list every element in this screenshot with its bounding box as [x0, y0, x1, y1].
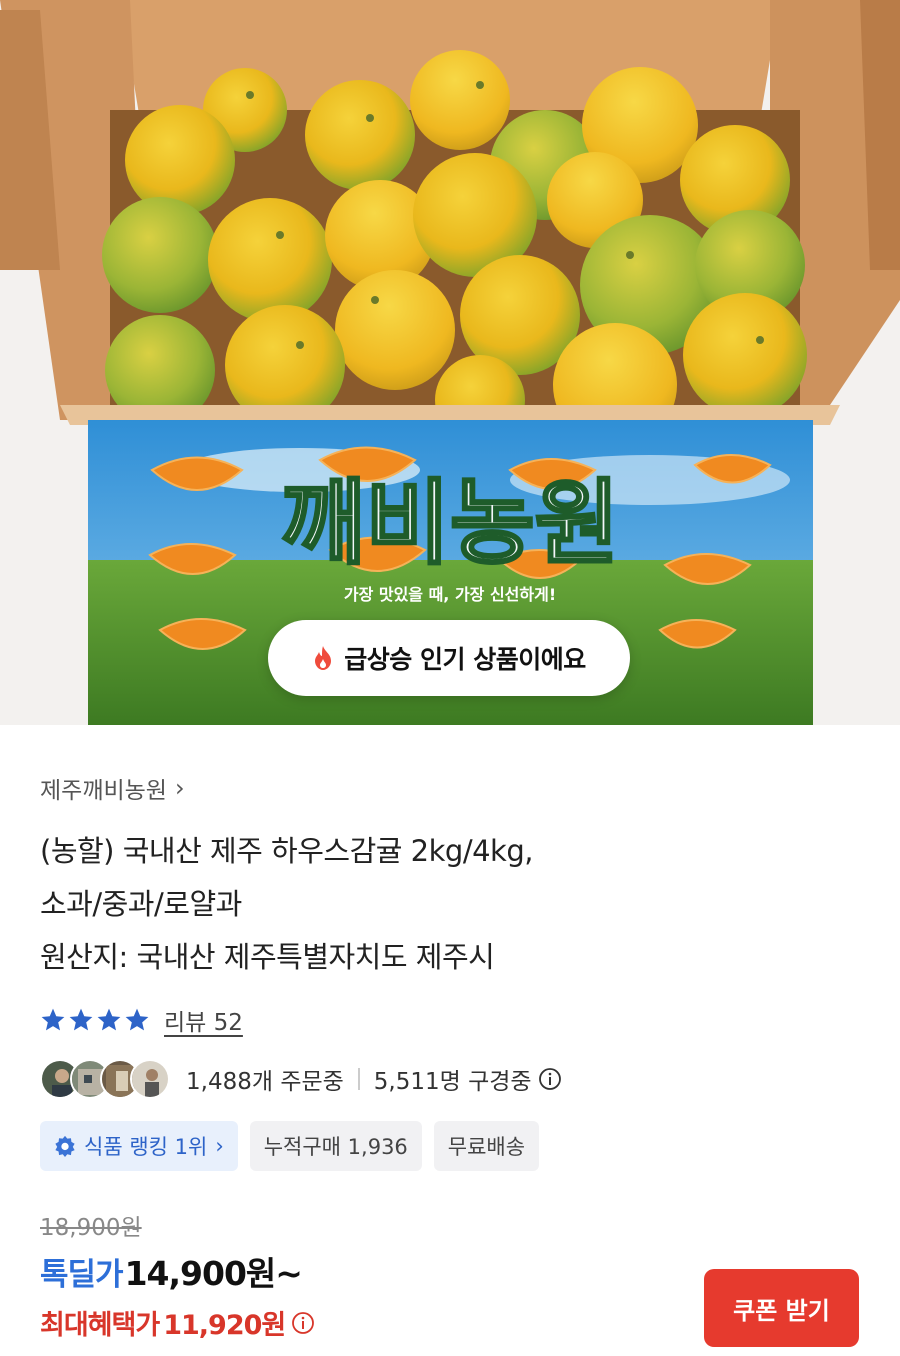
max-benefit-label: 최대혜택가 — [40, 1310, 160, 1341]
flame-icon — [315, 646, 332, 670]
star-icon — [125, 1008, 149, 1031]
chevron-right-icon: › — [174, 774, 185, 802]
seller-link[interactable]: 제주깨비농원 › — [40, 771, 185, 805]
ranking-chip[interactable]: 식품 랭킹 1위 › — [40, 1121, 238, 1171]
cumulative-purchase-chip: 누적구매 1,936 — [249, 1121, 422, 1171]
info-icon[interactable] — [291, 1311, 315, 1335]
product-title-line: 소과/중과/로얄과 — [40, 887, 242, 921]
deal-price-label: 톡딜가 — [40, 1257, 124, 1293]
product-image[interactable]: 깨비농원 가장 맛있을 때, 가장 신선하게! 급상승 인기 상품이에요 — [0, 0, 900, 725]
star-rating — [40, 1007, 150, 1033]
product-origin-line: 원산지: 국내산 제주특별자치도 제주시 — [40, 940, 495, 974]
trend-badge-label: 급상승 인기 상품이에요 — [344, 645, 586, 674]
product-info: 제주깨비농원 › (농할) 국내산 제주 하우스감귤 2kg/4kg, 소과/중… — [0, 725, 900, 1356]
product-photo: 깨비농원 가장 맛있을 때, 가장 신선하게! — [0, 0, 900, 725]
badge-icon — [55, 1135, 75, 1157]
social-proof-row: 1,488개 주문중 5,511명 구경중 — [40, 1057, 562, 1101]
viewers-count: 5,511명 구경중 — [373, 1069, 532, 1095]
rating-row: 리뷰 52 — [40, 1003, 243, 1037]
deal-price-row: 톡딜가 14,900원~ — [40, 1247, 303, 1295]
star-icon — [41, 1008, 65, 1031]
free-shipping-chip: 무료배송 — [433, 1121, 540, 1171]
buyer-avatars — [40, 1059, 170, 1099]
star-icon — [97, 1008, 121, 1031]
divider — [357, 1068, 360, 1090]
review-link[interactable]: 리뷰 52 — [164, 1003, 243, 1037]
star-icon — [69, 1008, 93, 1031]
box-slogan-text: 가장 맛있을 때, 가장 신선하게! — [344, 585, 556, 604]
ranking-label: 식품 랭킹 1위 — [84, 1135, 208, 1159]
seller-name: 제주깨비농원 — [40, 778, 167, 804]
info-icon[interactable] — [538, 1067, 562, 1091]
badge-chips: 식품 랭킹 1위 › 누적구매 1,936 무료배송 — [40, 1121, 540, 1171]
deal-price: 14,900원~ — [124, 1254, 303, 1293]
orders-count: 1,488개 주문중 — [186, 1069, 344, 1095]
original-price: 18,900원 — [40, 1215, 142, 1241]
max-benefit-price: 11,920원 — [163, 1310, 286, 1341]
avatar — [130, 1059, 170, 1099]
box-brand-text: 깨비농원 — [281, 470, 620, 577]
trend-badge: 급상승 인기 상품이에요 — [268, 620, 630, 696]
product-title-line: (농할) 국내산 제주 하우스감귤 2kg/4kg, — [40, 834, 533, 868]
chevron-right-icon: › — [215, 1134, 224, 1158]
product-title: (농할) 국내산 제주 하우스감귤 2kg/4kg, 소과/중과/로얄과 원산지… — [40, 825, 840, 984]
coupon-button[interactable]: 쿠폰 받기 — [704, 1269, 859, 1347]
max-benefit-row: 최대혜택가 11,920원 — [40, 1303, 315, 1342]
